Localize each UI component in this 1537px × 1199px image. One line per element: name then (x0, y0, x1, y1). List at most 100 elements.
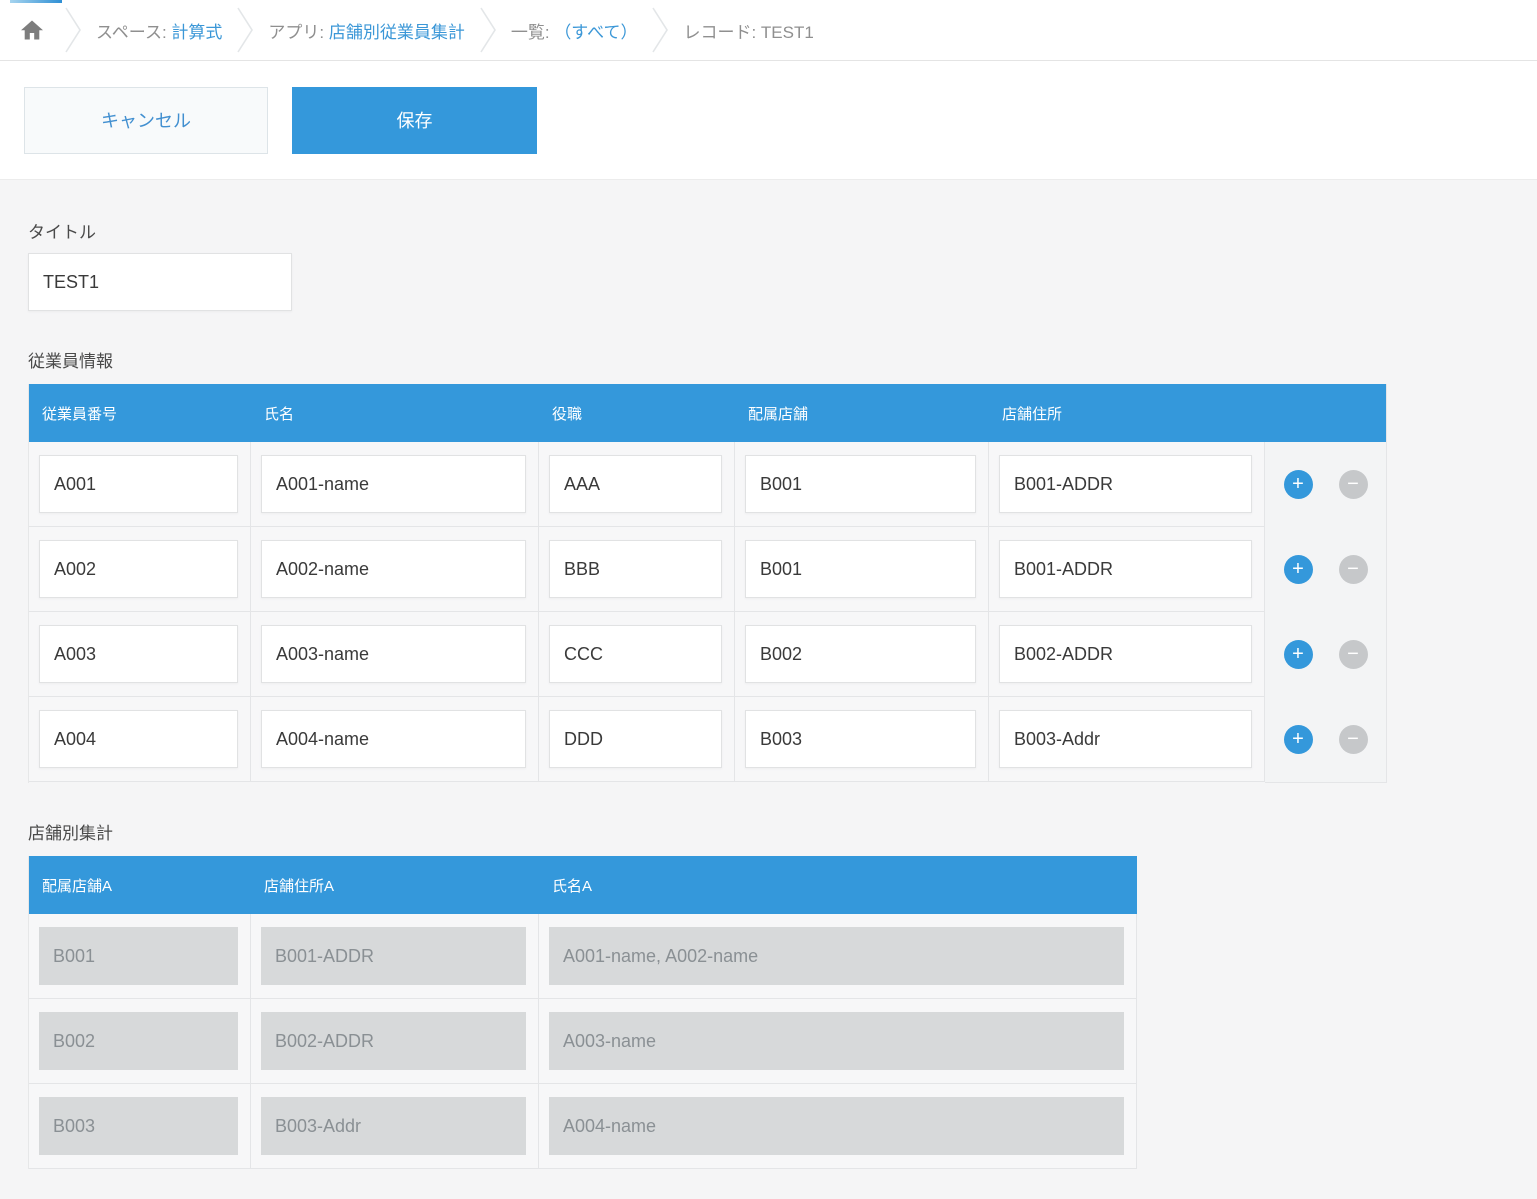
employee-store-input[interactable] (745, 710, 976, 768)
store-address-input[interactable] (999, 540, 1252, 598)
summary-table-label: 店舗別集計 (28, 819, 1509, 844)
chevron-right-icon (479, 7, 497, 53)
action-toolbar: キャンセル 保存 (0, 61, 1537, 180)
employee-number-input[interactable] (39, 710, 238, 768)
row-actions: + − (1265, 442, 1386, 527)
table-cell (989, 612, 1265, 697)
breadcrumb-item-space: スペース: 計算式 (96, 18, 222, 43)
add-row-button[interactable]: + (1284, 470, 1313, 499)
employee-role-input[interactable] (549, 710, 722, 768)
store-address-input[interactable] (999, 455, 1252, 513)
summary-table-main: 配属店舗A 店舗住所A 氏名A B001 B001-ADDR A001-name… (28, 856, 1137, 1169)
breadcrumb-item-record: レコード: TEST1 (683, 18, 813, 43)
breadcrumb: スペース: 計算式 アプリ: 店舗別従業員集計 一覧: （すべて） レコード: … (0, 0, 1537, 61)
table-cell: B001 (29, 914, 251, 999)
employee-store-input[interactable] (745, 540, 976, 598)
table-cell (539, 442, 735, 527)
top-accent-strip (10, 0, 62, 3)
table-cell (735, 442, 989, 527)
cancel-button[interactable]: キャンセル (24, 87, 268, 154)
table-cell (989, 442, 1265, 527)
employee-role-input[interactable] (549, 455, 722, 513)
table-cell (251, 527, 539, 612)
employee-table-body (29, 442, 1265, 782)
record-edit-form: タイトル 従業員情報 従業員番号 氏名 役職 配属店舗 店舗住所 (0, 180, 1537, 1199)
employee-store-input[interactable] (745, 625, 976, 683)
save-button[interactable]: 保存 (292, 87, 537, 154)
remove-row-button[interactable]: − (1339, 640, 1368, 669)
table-cell (735, 697, 989, 782)
add-row-button[interactable]: + (1284, 640, 1313, 669)
employee-table-label: 従業員情報 (28, 347, 1509, 372)
breadcrumb-item-list: 一覧: （すべて） (511, 18, 638, 43)
column-header: 役職 (539, 384, 735, 442)
column-header: 氏名 (251, 384, 539, 442)
table-cell: B002-ADDR (251, 999, 539, 1084)
employee-number-input[interactable] (39, 625, 238, 683)
table-cell: B002 (29, 999, 251, 1084)
store-address-input[interactable] (999, 625, 1252, 683)
column-header: 店舗住所 (989, 384, 1265, 442)
store-address-readonly-field: B001-ADDR (261, 927, 526, 985)
remove-row-button[interactable]: − (1339, 725, 1368, 754)
column-header: 氏名A (539, 856, 1137, 914)
home-icon[interactable] (14, 18, 50, 42)
table-cell (29, 527, 251, 612)
table-cell (989, 527, 1265, 612)
title-field-label: タイトル (28, 218, 1509, 243)
summary-table-header: 配属店舗A 店舗住所A 氏名A (29, 856, 1137, 914)
row-actions: + − (1265, 612, 1386, 697)
table-cell (29, 612, 251, 697)
employee-name-input[interactable] (261, 710, 526, 768)
remove-row-button[interactable]: − (1339, 470, 1368, 499)
employee-number-input[interactable] (39, 455, 238, 513)
table-cell: B003-Addr (251, 1084, 539, 1169)
table-cell (251, 612, 539, 697)
chevron-right-icon (651, 7, 669, 53)
breadcrumb-item-app: アプリ: 店舗別従業員集計 (268, 18, 464, 43)
table-cell (29, 697, 251, 782)
employee-name-input[interactable] (261, 455, 526, 513)
store-address-readonly-field: B002-ADDR (261, 1012, 526, 1070)
breadcrumb-link-space[interactable]: 計算式 (171, 23, 222, 42)
employee-role-input[interactable] (549, 625, 722, 683)
column-header: 従業員番号 (29, 384, 251, 442)
store-address-input[interactable] (999, 710, 1252, 768)
add-row-button[interactable]: + (1284, 725, 1313, 754)
table-cell: A004-name (539, 1084, 1137, 1169)
table-cell (251, 442, 539, 527)
employee-table: 従業員番号 氏名 役職 配属店舗 店舗住所 (28, 384, 1509, 783)
employee-number-input[interactable] (39, 540, 238, 598)
breadcrumb-link-app[interactable]: 店舗別従業員集計 (329, 23, 465, 42)
remove-row-button[interactable]: − (1339, 555, 1368, 584)
table-cell: B003 (29, 1084, 251, 1169)
table-cell (251, 697, 539, 782)
row-actions-column: + − + − + − + − (1265, 384, 1387, 783)
table-cell: A001-name, A002-name (539, 914, 1137, 999)
breadcrumb-prefix: 一覧: (511, 23, 554, 42)
names-readonly-field: A004-name (549, 1097, 1124, 1155)
row-actions: + − (1265, 527, 1386, 612)
employee-role-input[interactable] (549, 540, 722, 598)
add-row-button[interactable]: + (1284, 555, 1313, 584)
breadcrumb-prefix: アプリ: (268, 23, 328, 42)
breadcrumb-prefix: スペース: (96, 23, 171, 42)
table-cell: B001-ADDR (251, 914, 539, 999)
table-cell (735, 527, 989, 612)
names-readonly-field: A001-name, A002-name (549, 927, 1124, 985)
column-header: 店舗住所A (251, 856, 539, 914)
column-header: 配属店舗A (29, 856, 251, 914)
store-readonly-field: B003 (39, 1097, 238, 1155)
table-cell: A003-name (539, 999, 1137, 1084)
employee-table-header: 従業員番号 氏名 役職 配属店舗 店舗住所 (29, 384, 1265, 442)
table-cell (29, 442, 251, 527)
title-input[interactable] (28, 253, 292, 311)
column-header: 配属店舗 (735, 384, 989, 442)
breadcrumb-link-list[interactable]: （すべて） (554, 23, 637, 42)
employee-name-input[interactable] (261, 625, 526, 683)
table-cell (735, 612, 989, 697)
table-cell (539, 527, 735, 612)
employee-store-input[interactable] (745, 455, 976, 513)
employee-name-input[interactable] (261, 540, 526, 598)
table-cell (539, 612, 735, 697)
